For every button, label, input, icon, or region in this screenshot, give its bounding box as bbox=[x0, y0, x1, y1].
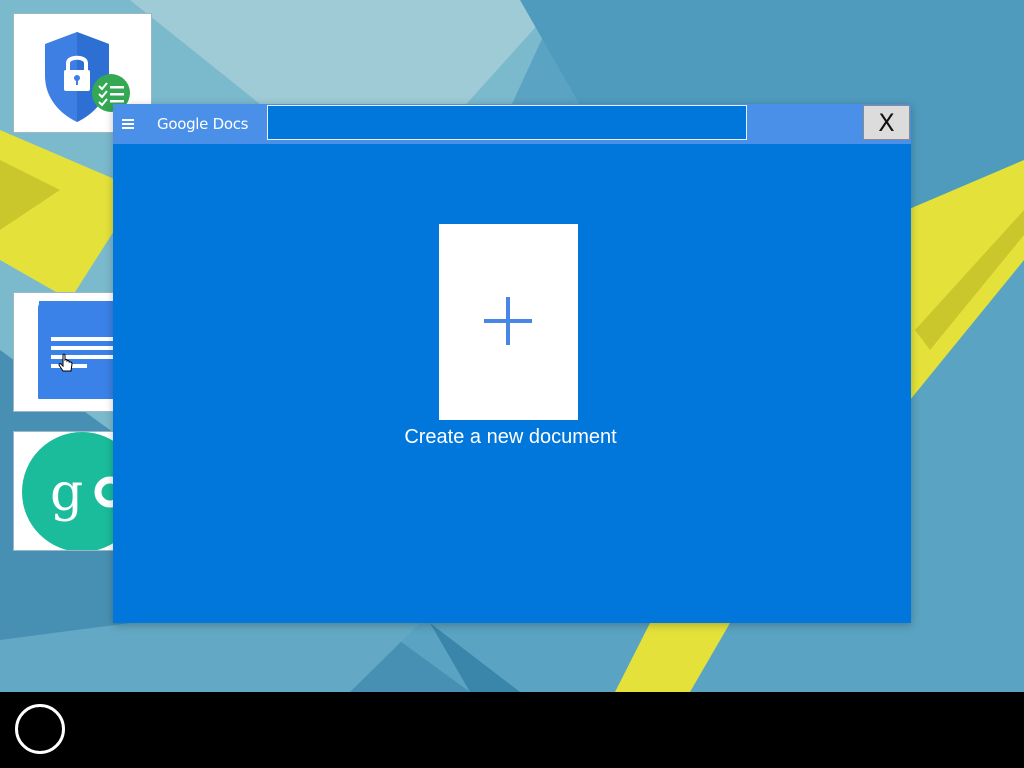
app-title: Google Docs bbox=[157, 115, 249, 133]
svg-text:g: g bbox=[50, 463, 83, 523]
google-settings-app-tile[interactable]: g bbox=[13, 431, 118, 551]
launcher-button[interactable] bbox=[15, 704, 65, 754]
close-button[interactable]: X bbox=[863, 105, 910, 140]
google-docs-window: Google Docs X Create a new document bbox=[113, 104, 911, 623]
plus-icon bbox=[484, 297, 532, 345]
new-document-card[interactable] bbox=[439, 224, 578, 420]
google-docs-app-tile[interactable] bbox=[13, 292, 118, 412]
menu-icon[interactable] bbox=[120, 116, 136, 132]
window-titlebar: Google Docs X bbox=[113, 104, 911, 144]
taskbar bbox=[0, 692, 1024, 768]
new-document-label[interactable]: Create a new document bbox=[313, 426, 708, 449]
pointer-hand-icon bbox=[58, 353, 73, 372]
google-settings-icon: g bbox=[22, 432, 117, 550]
search-input[interactable] bbox=[267, 105, 747, 140]
